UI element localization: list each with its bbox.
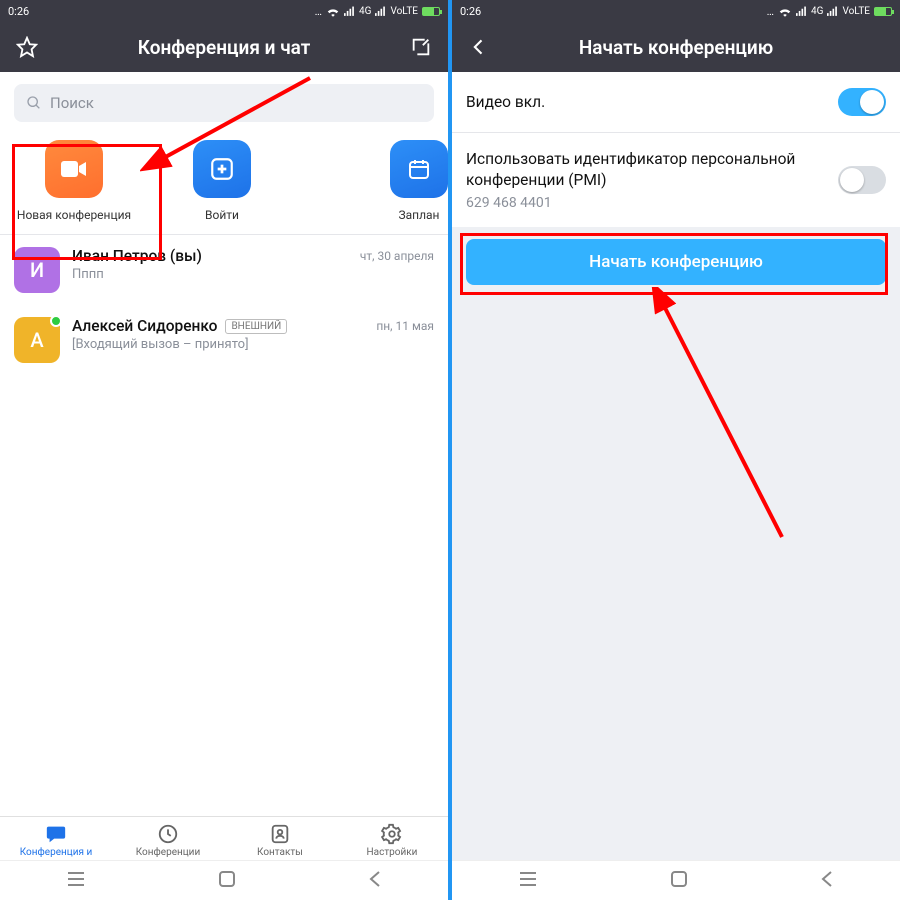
page-title: Конференция и чат [40,36,408,59]
schedule-button[interactable]: Заплан [370,140,448,222]
calendar-icon [390,140,448,198]
status-bar: 0:26 … 4G VoLTE [452,0,900,22]
chat-name: Алексей Сидоренко [72,317,217,335]
tab-chat[interactable]: Конференция и [0,823,112,858]
video-icon [45,140,103,198]
schedule-label: Заплан [399,208,440,222]
bottom-tabs: Конференция и Конференции Контакты Настр… [0,816,448,860]
start-meeting-button[interactable]: Начать конференцию [466,239,886,285]
pmi-number: 629 468 4401 [466,195,826,211]
clock-icon [157,823,179,845]
phone-right: 0:26 … 4G VoLTE Начать конференцию Видео… [452,0,900,900]
contacts-icon [269,823,291,845]
video-label: Видео вкл. [466,93,826,111]
search-input[interactable]: Поиск [14,84,434,122]
wifi-icon [326,6,340,17]
tab-settings[interactable]: Настройки [336,823,448,858]
wifi-icon [778,6,792,17]
status-bar: 0:26 … 4G VoLTE [0,0,448,22]
battery-icon [874,7,892,16]
search-container: Поиск [0,72,448,130]
chat-date: пн, 11 мая [376,317,434,333]
signal-icon [796,6,807,17]
plus-icon [193,140,251,198]
home-button[interactable] [218,870,236,892]
status-time: 0:26 [460,5,481,18]
battery-icon [422,7,440,16]
chat-date: чт, 30 апреля [360,247,434,263]
presence-indicator [50,315,62,327]
signal-icon [344,6,355,17]
chat-row[interactable]: И Иван Петров (вы) Пппп чт, 30 апреля [0,235,448,305]
status-time: 0:26 [8,5,29,18]
page-title: Начать конференцию [492,36,860,59]
dots-icon: … [315,5,322,18]
pmi-toggle-row[interactable]: Использовать идентификатор персональной … [452,133,900,227]
home-button[interactable] [670,870,688,892]
new-meeting-button[interactable]: Новая конференция [0,140,148,222]
new-meeting-label: Новая конференция [17,208,131,222]
video-toggle[interactable] [838,88,886,116]
back-icon[interactable] [466,34,492,60]
compose-icon[interactable] [408,34,434,60]
phone-left: 0:26 … 4G VoLTE Конференция и чат Поиск [0,0,448,900]
signal-icon-2 [827,6,838,17]
network-type: 4G [359,6,371,17]
chat-preview: [Входящий вызов – принято] [72,337,364,352]
recent-apps-button[interactable] [66,871,86,891]
search-placeholder: Поиск [50,94,94,112]
signal-icon-2 [375,6,386,17]
app-header: Конференция и чат [0,22,448,72]
android-nav-bar [0,860,448,900]
chat-preview: Пппп [72,267,348,282]
pmi-label: Использовать идентификатор персональной … [466,149,826,191]
chat-icon [44,823,68,845]
action-row: Новая конференция Войти Заплан [0,130,448,235]
recent-apps-button[interactable] [518,871,538,891]
gear-icon [381,823,403,845]
back-button[interactable] [820,870,834,892]
volte-label: VoLTE [390,6,418,17]
app-header: Начать конференцию [452,22,900,72]
avatar: И [14,247,60,293]
external-badge: ВНЕШНИЙ [225,319,287,334]
back-button[interactable] [368,870,382,892]
join-label: Войти [205,208,239,222]
tab-meetings[interactable]: Конференции [112,823,224,858]
chat-name: Иван Петров (вы) [72,247,202,265]
video-toggle-row[interactable]: Видео вкл. [452,72,900,132]
annotation-arrow [642,287,802,547]
network-type: 4G [811,6,823,17]
star-icon[interactable] [14,34,40,60]
chat-row[interactable]: А Алексей Сидоренко ВНЕШНИЙ [Входящий вы… [0,305,448,375]
dots-icon: … [767,5,774,18]
volte-label: VoLTE [842,6,870,17]
settings-list: Видео вкл. Использовать идентификатор пе… [452,72,900,227]
avatar: А [14,317,60,363]
android-nav-bar [452,860,900,900]
join-button[interactable]: Войти [148,140,296,222]
search-icon [26,95,42,111]
tab-contacts[interactable]: Контакты [224,823,336,858]
pmi-toggle[interactable] [838,166,886,194]
